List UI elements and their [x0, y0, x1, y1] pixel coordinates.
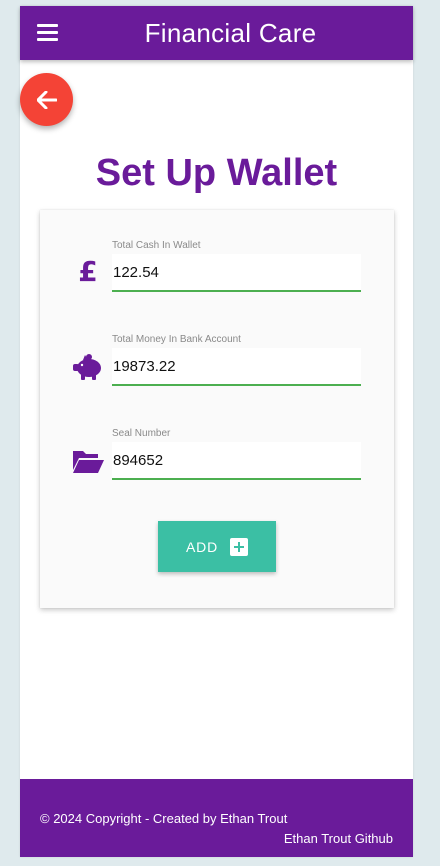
- folder-open-icon: [70, 443, 106, 479]
- wallet-form-card: £ Total Cash In Wallet Total Money In Ba…: [40, 210, 394, 608]
- footer: © 2024 Copyright - Created by Ethan Trou…: [20, 779, 413, 857]
- back-button[interactable]: [20, 73, 73, 126]
- bank-account-field: Total Money In Bank Account: [40, 334, 394, 394]
- app-title: Financial Care: [144, 18, 317, 48]
- seal-number-field: Seal Number: [40, 428, 394, 488]
- arrow-left-icon: [36, 90, 57, 109]
- copyright-text: © 2024 Copyright - Created by Ethan Trou…: [40, 811, 288, 826]
- add-button-label: ADD: [186, 538, 218, 555]
- bank-account-input[interactable]: [112, 348, 361, 386]
- page-title: Set Up Wallet: [95, 152, 338, 194]
- app-container: Financial Care Set Up Wallet £ Total Cas…: [20, 6, 413, 857]
- svg-text:£: £: [78, 257, 97, 285]
- pound-sign-icon: £: [70, 253, 106, 289]
- github-link[interactable]: Ethan Trout Github: [284, 831, 393, 846]
- bank-account-label: Total Money In Bank Account: [112, 334, 241, 345]
- seal-number-label: Seal Number: [112, 428, 171, 439]
- piggy-bank-icon: [70, 349, 106, 385]
- top-navbar: Financial Care: [20, 6, 413, 60]
- cash-in-wallet-input[interactable]: [112, 254, 361, 292]
- cash-in-wallet-label: Total Cash In Wallet: [112, 240, 201, 251]
- seal-number-input[interactable]: [112, 442, 361, 480]
- cash-in-wallet-field: £ Total Cash In Wallet: [40, 240, 394, 300]
- plus-square-icon: [229, 537, 248, 556]
- add-button[interactable]: ADD: [158, 521, 276, 572]
